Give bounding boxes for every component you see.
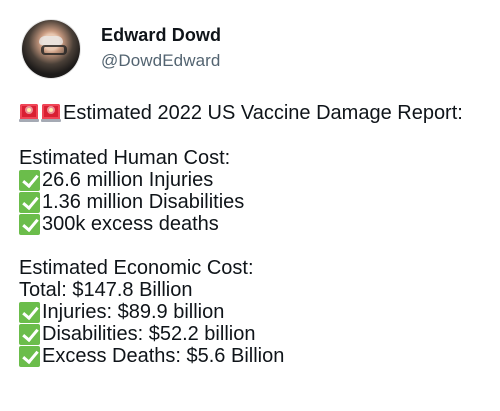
list-item: Disabilities: $52.2 billion xyxy=(19,323,489,345)
avatar[interactable] xyxy=(22,20,80,78)
post-content: Estimated 2022 US Vaccine Damage Report:… xyxy=(19,100,489,367)
list-item: Injuries: $89.9 billion xyxy=(19,301,489,323)
check-mark-button-icon xyxy=(19,213,40,235)
economic-cost-heading-text: Estimated Economic Cost: xyxy=(19,257,254,279)
post-header: Edward Dowd @DowdEdward xyxy=(22,20,221,78)
author-handle[interactable]: @DowdEdward xyxy=(101,52,221,69)
list-item: 300k excess deaths xyxy=(19,213,489,235)
economic-cost-heading: Estimated Economic Cost: xyxy=(19,257,489,279)
list-item: Excess Deaths: $5.6 Billion xyxy=(19,345,489,367)
economic-cost-item: Injuries: $89.9 billion xyxy=(42,301,225,323)
check-mark-button-icon xyxy=(19,191,40,213)
social-post: Edward Dowd @DowdEdward Estimated 2022 U… xyxy=(0,0,500,411)
human-cost-item: 1.36 million Disabilities xyxy=(42,191,245,213)
police-car-light-icon xyxy=(19,103,39,123)
human-cost-heading: Estimated Human Cost: xyxy=(19,147,489,169)
check-mark-button-icon xyxy=(19,323,40,345)
economic-total: Total: $147.8 Billion xyxy=(19,279,489,301)
check-mark-button-icon xyxy=(19,169,40,191)
economic-cost-item: Disabilities: $52.2 billion xyxy=(42,323,256,345)
human-cost-item: 300k excess deaths xyxy=(42,213,219,235)
human-cost-item: 26.6 million Injuries xyxy=(42,169,214,191)
post-title-line: Estimated 2022 US Vaccine Damage Report: xyxy=(19,100,489,125)
author-display-name[interactable]: Edward Dowd xyxy=(101,26,221,44)
list-item: 1.36 million Disabilities xyxy=(19,191,489,213)
post-title: Estimated 2022 US Vaccine Damage Report: xyxy=(63,101,463,124)
economic-cost-item: Excess Deaths: $5.6 Billion xyxy=(42,345,285,367)
list-item: 26.6 million Injuries xyxy=(19,169,489,191)
human-cost-heading-text: Estimated Human Cost: xyxy=(19,147,231,169)
check-mark-button-icon xyxy=(19,345,40,367)
economic-total-text: Total: $147.8 Billion xyxy=(19,279,193,301)
author-info: Edward Dowd @DowdEdward xyxy=(101,26,221,69)
police-car-light-icon xyxy=(41,103,61,123)
check-mark-button-icon xyxy=(19,301,40,323)
